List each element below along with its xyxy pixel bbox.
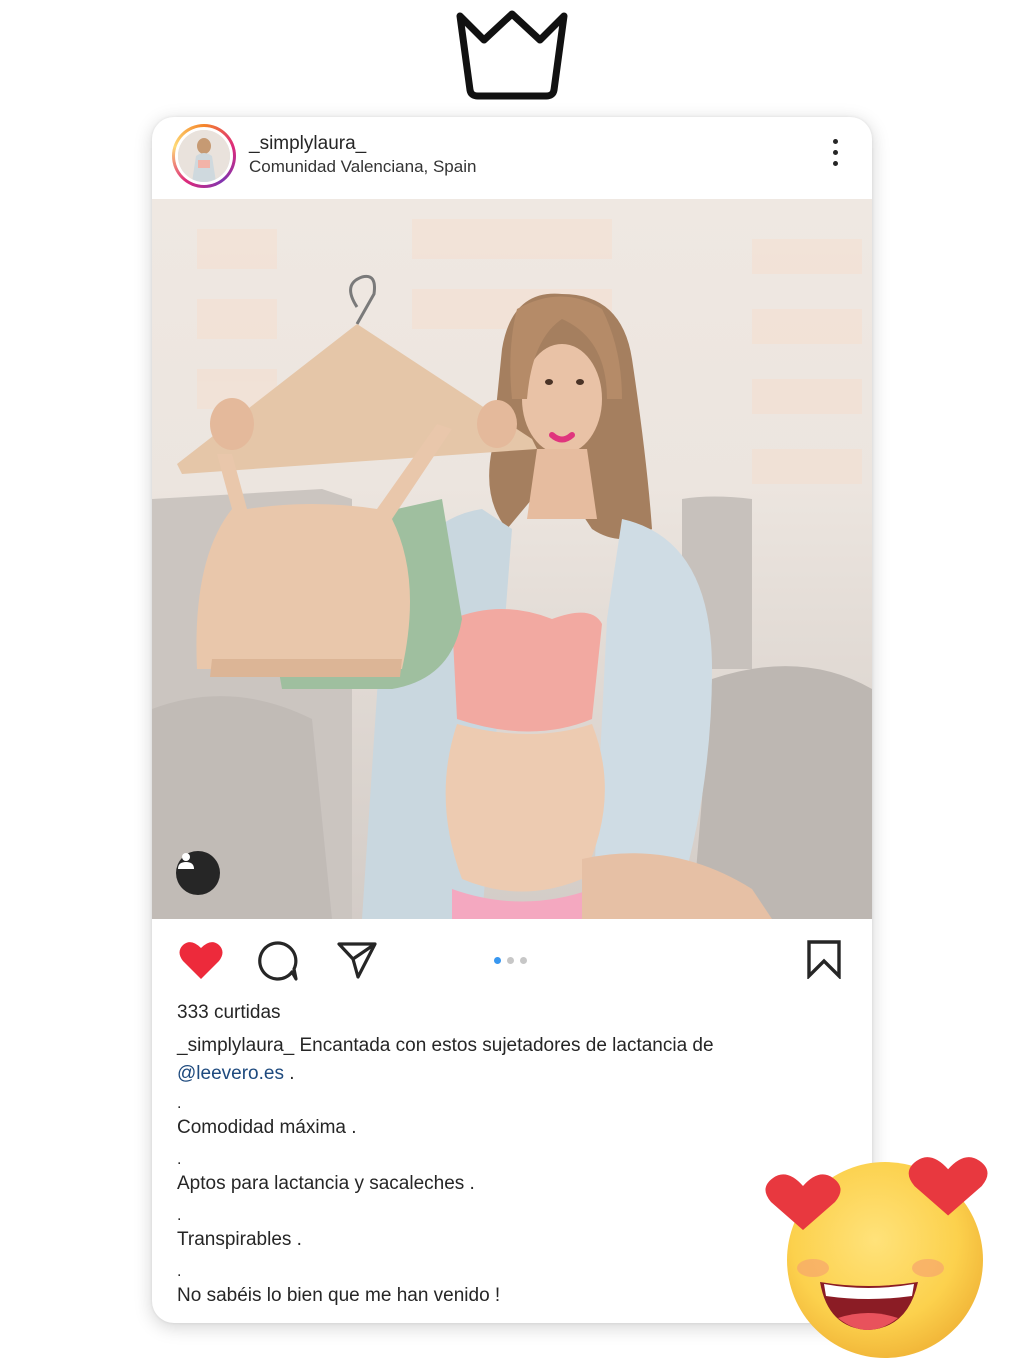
carousel-dot bbox=[520, 957, 527, 964]
caption-line: No sabéis lo bien que me han venido ! bbox=[177, 1285, 501, 1306]
heart-icon[interactable] bbox=[178, 939, 224, 981]
post-photo[interactable] bbox=[152, 199, 872, 919]
username[interactable]: _simplylaura_ bbox=[249, 133, 366, 155]
comment-icon[interactable] bbox=[256, 939, 300, 983]
mention-suffix: . bbox=[283, 1063, 295, 1084]
post-header: _simplylaura_ Comunidad Valenciana, Spai… bbox=[152, 117, 872, 199]
caption-username[interactable]: _simplylaura_ bbox=[177, 1035, 294, 1056]
caption: _simplylaura_ Encantada con estos sujeta… bbox=[177, 1032, 837, 1088]
carousel-indicator bbox=[494, 957, 527, 964]
caption-dot: . bbox=[177, 1207, 182, 1224]
user-tag-icon[interactable] bbox=[176, 851, 220, 895]
mention-link[interactable]: @leevero.es bbox=[177, 1063, 284, 1084]
carousel-dot bbox=[494, 957, 501, 964]
caption-line: Transpirables . bbox=[177, 1229, 302, 1250]
carousel-dot bbox=[507, 957, 514, 964]
likes-count[interactable]: 333 curtidas bbox=[177, 1002, 281, 1024]
avatar-image bbox=[178, 130, 230, 182]
caption-dot: . bbox=[177, 1151, 182, 1168]
send-icon[interactable] bbox=[336, 939, 378, 981]
caption-line: Comodidad máxima . bbox=[177, 1117, 357, 1138]
avatar[interactable] bbox=[172, 124, 236, 188]
caption-line: Aptos para lactancia y sacaleches . bbox=[177, 1173, 475, 1194]
instagram-post-card: _simplylaura_ Comunidad Valenciana, Spai… bbox=[152, 117, 872, 1323]
crown-icon bbox=[456, 10, 568, 100]
bookmark-icon[interactable] bbox=[806, 939, 842, 979]
post-actions bbox=[152, 919, 872, 999]
caption-dot: . bbox=[177, 1095, 182, 1112]
location[interactable]: Comunidad Valenciana, Spain bbox=[249, 157, 476, 177]
heart-eyes-emoji bbox=[765, 1157, 988, 1358]
caption-text: Encantada con estos sujetadores de lacta… bbox=[294, 1035, 714, 1056]
caption-dot: . bbox=[177, 1263, 182, 1280]
more-options-icon[interactable] bbox=[820, 139, 850, 175]
